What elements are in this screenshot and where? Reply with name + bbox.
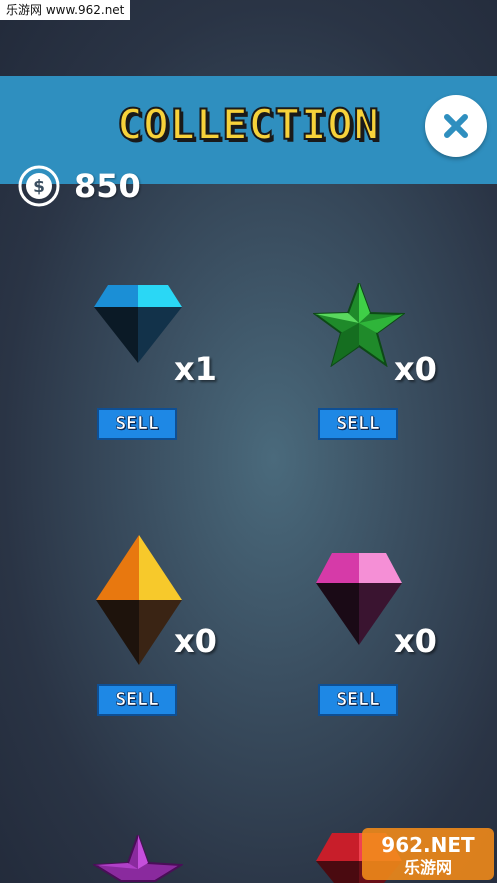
item-quantity: x0 (394, 350, 437, 388)
orange-crystal-icon (96, 535, 182, 665)
watermark-logo-subtext: 乐游网 (404, 858, 452, 877)
currency-display: $ 850 (18, 165, 141, 207)
currency-amount: 850 (74, 167, 141, 205)
dollar-coin-icon: $ (18, 165, 60, 207)
purple-star-icon (93, 835, 183, 882)
sell-button[interactable]: SELL (318, 408, 398, 440)
item-quantity: x1 (174, 350, 217, 388)
sell-button[interactable]: SELL (318, 684, 398, 716)
watermark-logo: 962.NET 乐游网 (362, 828, 494, 880)
close-icon (444, 114, 468, 138)
svg-text:$: $ (33, 177, 45, 197)
close-button[interactable] (425, 95, 487, 157)
item-quantity: x0 (174, 622, 217, 660)
sell-button[interactable]: SELL (97, 408, 177, 440)
watermark-top: 乐游网 www.962.net (0, 0, 131, 20)
green-star-icon (313, 283, 405, 367)
sell-button[interactable]: SELL (97, 684, 177, 716)
item-quantity: x0 (394, 622, 437, 660)
page-title: COLLECTION (116, 99, 380, 150)
watermark-logo-text: 962.NET (381, 833, 475, 857)
blue-diamond-icon (94, 285, 182, 363)
pink-gem-icon (316, 553, 402, 645)
